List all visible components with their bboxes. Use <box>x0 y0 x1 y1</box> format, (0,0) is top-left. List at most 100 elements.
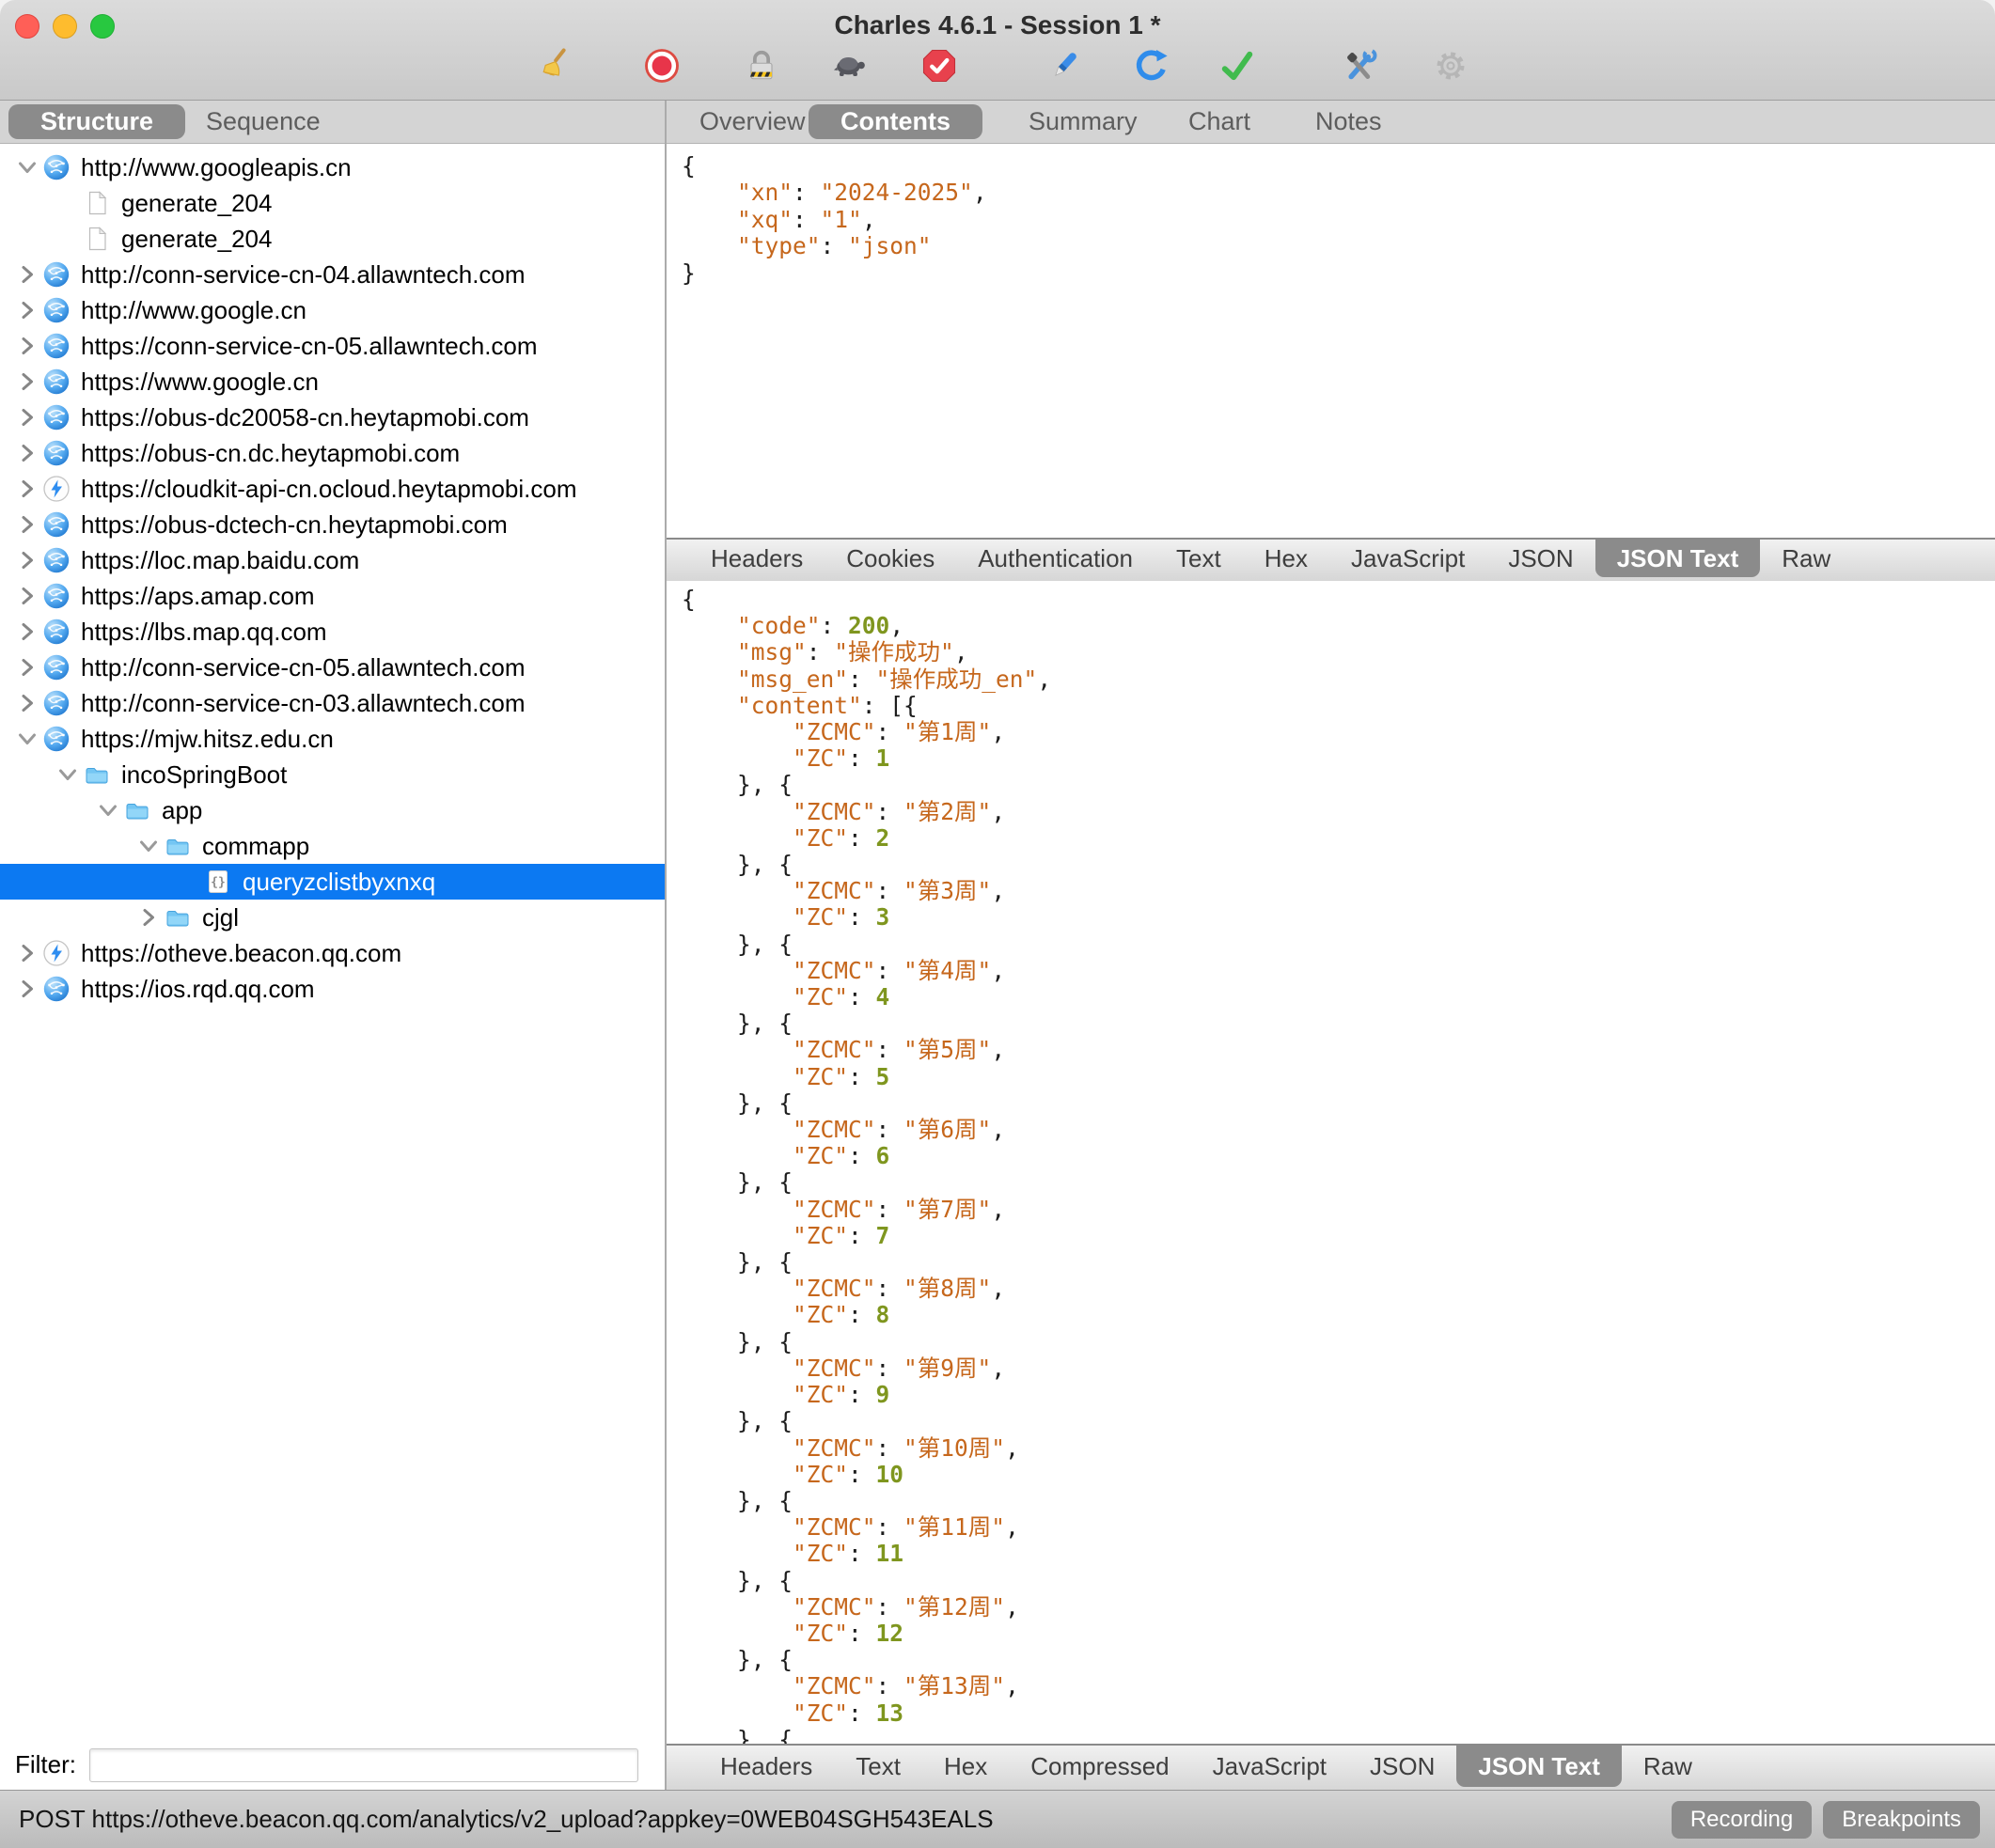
tree-row[interactable]: app <box>0 792 665 828</box>
bolt-icon <box>41 939 71 967</box>
format-tab-raw[interactable]: Raw <box>1622 1746 1714 1787</box>
tree-row[interactable]: https://ios.rqd.qq.com <box>0 971 665 1007</box>
disclosure-icon[interactable] <box>13 941 41 965</box>
disclosure-icon[interactable] <box>94 798 122 822</box>
disclosure-icon[interactable] <box>13 619 41 644</box>
disclosure-icon[interactable] <box>13 548 41 572</box>
response-tab-javascript[interactable]: JavaScript <box>1329 540 1486 577</box>
tree-row[interactable]: generate_204 <box>0 185 665 221</box>
response-tab-text[interactable]: Text <box>1155 540 1243 577</box>
response-tab-json[interactable]: JSON <box>1486 540 1594 577</box>
response-tab-authentication[interactable]: Authentication <box>956 540 1155 577</box>
tab-structure[interactable]: Structure <box>8 104 185 139</box>
folder-icon <box>163 903 193 932</box>
tree-row[interactable]: https://otheve.beacon.qq.com <box>0 935 665 971</box>
tree-row[interactable]: cjgl <box>0 900 665 935</box>
tree-row[interactable]: http://www.google.cn <box>0 292 665 328</box>
host-tree[interactable]: http://www.googleapis.cn generate_204gene… <box>0 144 665 1739</box>
tab-contents[interactable]: Contents <box>809 104 982 139</box>
globe-icon <box>41 653 71 681</box>
clear-session-icon[interactable] <box>533 45 574 86</box>
globe-icon <box>41 725 71 753</box>
ssl-proxying-icon[interactable] <box>741 45 782 86</box>
breakpoints-button[interactable]: Breakpoints <box>1823 1801 1980 1839</box>
tree-row[interactable]: https://obus-dc20058-cn.heytapmobi.com <box>0 399 665 435</box>
status-url: POST https://otheve.beacon.qq.com/analyt… <box>19 1805 994 1834</box>
tree-row-label: https://cloudkit-api-cn.ocloud.heytapmob… <box>81 475 577 504</box>
format-tab-json-text[interactable]: JSON Text <box>1456 1746 1622 1787</box>
disclosure-icon[interactable] <box>13 369 41 394</box>
response-tab-cookies[interactable]: Cookies <box>825 540 956 577</box>
disclosure-icon[interactable] <box>13 727 41 751</box>
tree-row[interactable]: https://loc.map.baidu.com <box>0 542 665 578</box>
disclosure-icon[interactable] <box>134 834 163 858</box>
disclosure-icon[interactable] <box>13 691 41 715</box>
response-body-view[interactable]: { "code": 200, "msg": "操作成功", "msg_en": … <box>667 581 1995 1746</box>
tree-row[interactable]: http://conn-service-cn-04.allawntech.com <box>0 257 665 292</box>
disclosure-icon[interactable] <box>54 762 82 787</box>
disclosure-icon[interactable] <box>13 512 41 537</box>
disclosure-icon[interactable] <box>13 334 41 358</box>
disclosure-icon[interactable] <box>13 441 41 465</box>
tree-row[interactable]: https://www.google.cn <box>0 364 665 399</box>
tab-chart[interactable]: Chart <box>1156 104 1282 139</box>
compose-icon[interactable] <box>1044 45 1085 86</box>
format-tab-json[interactable]: JSON <box>1348 1746 1456 1787</box>
globe-icon <box>41 546 71 574</box>
response-tab-json-text[interactable]: JSON Text <box>1595 540 1761 577</box>
format-tab-text[interactable]: Text <box>834 1746 922 1787</box>
folder-icon <box>82 760 112 789</box>
tree-row[interactable]: https://mjw.hitsz.edu.cn <box>0 721 665 757</box>
tree-row[interactable]: generate_204 <box>0 221 665 257</box>
format-tab-compressed[interactable]: Compressed <box>1009 1746 1190 1787</box>
tree-row[interactable]: https://cloudkit-api-cn.ocloud.heytapmob… <box>0 471 665 507</box>
tree-row[interactable]: https://obus-cn.dc.heytapmobi.com <box>0 435 665 471</box>
globe-icon <box>41 975 71 1003</box>
tree-row-label: http://www.googleapis.cn <box>81 153 352 182</box>
recording-button[interactable]: Recording <box>1672 1801 1812 1839</box>
tree-row[interactable]: http://conn-service-cn-05.allawntech.com <box>0 650 665 685</box>
disclosure-icon[interactable] <box>13 298 41 322</box>
tree-row-label: http://conn-service-cn-03.allawntech.com <box>81 689 526 718</box>
disclosure-icon[interactable] <box>13 477 41 501</box>
tree-row[interactable]: https://obus-dctech-cn.heytapmobi.com <box>0 507 665 542</box>
tree-row-label: http://conn-service-cn-04.allawntech.com <box>81 260 526 290</box>
format-tab-javascript[interactable]: JavaScript <box>1191 1746 1348 1787</box>
tree-row-label: https://aps.amap.com <box>81 582 315 611</box>
response-tab-raw[interactable]: Raw <box>1760 540 1852 577</box>
disclosure-icon[interactable] <box>134 905 163 930</box>
request-body-view[interactable]: { "xn": "2024-2025", "xq": "1", "type": … <box>667 144 1995 538</box>
tree-row[interactable]: https://lbs.map.qq.com <box>0 614 665 650</box>
tree-row[interactable]: http://www.googleapis.cn <box>0 149 665 185</box>
tree-row[interactable]: commapp <box>0 828 665 864</box>
tab-sequence[interactable]: Sequence <box>174 104 353 139</box>
disclosure-icon[interactable] <box>13 155 41 180</box>
settings-icon[interactable] <box>1430 45 1471 86</box>
disclosure-icon[interactable] <box>13 977 41 1001</box>
disclosure-icon[interactable] <box>13 405 41 430</box>
filter-input[interactable] <box>89 1748 638 1782</box>
tree-row-label: http://conn-service-cn-05.allawntech.com <box>81 653 526 682</box>
validate-icon[interactable] <box>1217 45 1258 86</box>
tree-row[interactable]: https://aps.amap.com <box>0 578 665 614</box>
tree-row[interactable]: http://conn-service-cn-03.allawntech.com <box>0 685 665 721</box>
tree-row[interactable]: {}queryzclistbyxnxq <box>0 864 665 900</box>
response-tab-hex[interactable]: Hex <box>1243 540 1329 577</box>
tab-notes[interactable]: Notes <box>1283 104 1414 139</box>
disclosure-icon[interactable] <box>13 584 41 608</box>
throttling-icon[interactable] <box>829 45 871 86</box>
globe-icon <box>41 439 71 467</box>
format-tab-headers[interactable]: Headers <box>699 1746 834 1787</box>
format-tab-hex[interactable]: Hex <box>922 1746 1009 1787</box>
repeat-icon[interactable] <box>1130 45 1171 86</box>
record-icon[interactable] <box>641 45 683 86</box>
disclosure-icon[interactable] <box>13 262 41 287</box>
tree-row[interactable]: incoSpringBoot <box>0 757 665 792</box>
globe-icon <box>41 689 71 717</box>
tools-icon[interactable] <box>1339 45 1380 86</box>
tree-row[interactable]: https://conn-service-cn-05.allawntech.co… <box>0 328 665 364</box>
response-tab-headers[interactable]: Headers <box>689 540 825 577</box>
breakpoints-toggle-icon[interactable] <box>919 45 960 86</box>
tab-summary[interactable]: Summary <box>997 104 1170 139</box>
disclosure-icon[interactable] <box>13 655 41 680</box>
